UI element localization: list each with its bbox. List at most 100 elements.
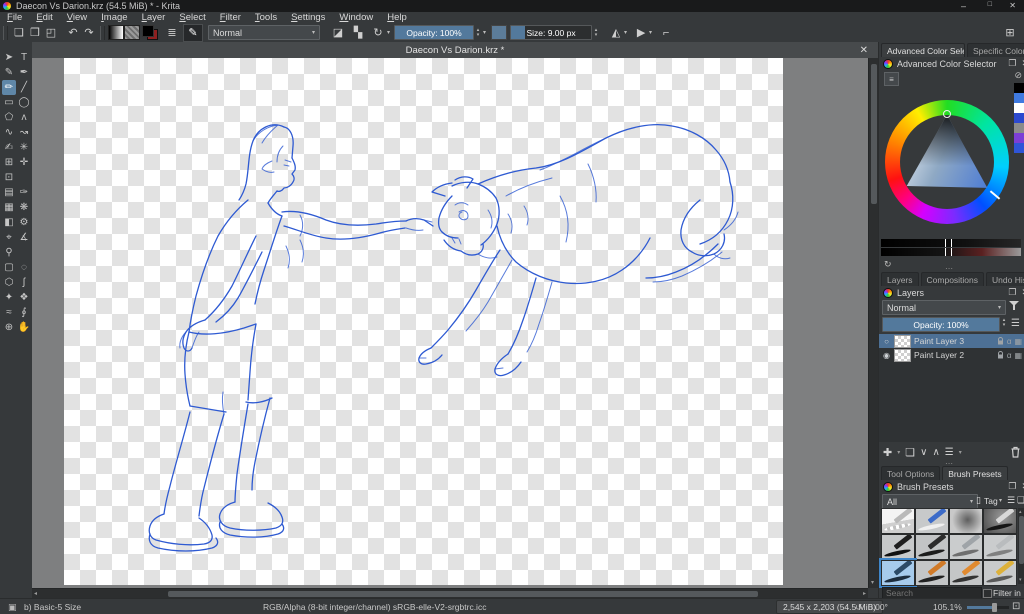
color-swatch[interactable] <box>1014 113 1024 123</box>
minimize-button[interactable]: – <box>961 1 966 11</box>
tool-measure[interactable]: ∡ <box>17 230 31 245</box>
tool-dynamic-brush[interactable]: ✍ <box>2 140 16 155</box>
tag-icon[interactable]: ▯ <box>976 495 981 506</box>
brush-preset[interactable] <box>949 534 983 560</box>
inherit-alpha-icon[interactable]: ▦ <box>1014 337 1022 346</box>
layers-tab[interactable]: Undo History <box>986 272 1024 286</box>
shade-strip-1[interactable] <box>881 239 1021 247</box>
layer-name[interactable]: Paint Layer 2 <box>914 350 964 360</box>
redo-button[interactable]: ↷ <box>81 25 97 41</box>
tool-ellipse-select[interactable]: ◌ <box>17 260 31 275</box>
pattern-chooser[interactable] <box>124 25 140 41</box>
layer-thumbnail[interactable] <box>894 349 911 362</box>
menu-item[interactable]: Layer <box>135 12 173 23</box>
float-docker-icon[interactable]: ❐ <box>1008 287 1016 298</box>
tool-multibrush[interactable]: ✳ <box>17 140 31 155</box>
tool-transform[interactable]: ⊞ <box>2 155 16 170</box>
size-spinner[interactable]: ▴▾ <box>592 28 600 38</box>
tool-enclose-fill[interactable]: ⚙ <box>17 215 31 230</box>
move-layer-down-button[interactable]: ∨ <box>920 447 927 458</box>
reload-preset-button[interactable]: ↻ <box>370 25 386 41</box>
tool-rect-select[interactable]: ▢ <box>2 260 16 275</box>
tool-pan[interactable]: ✋ <box>17 320 31 335</box>
brush-preset[interactable] <box>881 508 915 534</box>
menu-item[interactable]: Help <box>380 12 414 23</box>
preset-view-menu-icon[interactable]: ☰ <box>1007 495 1015 506</box>
tool-similar-select[interactable]: ❖ <box>17 290 31 305</box>
[interactable] <box>17 245 31 260</box>
maximize-button[interactable]: □ <box>988 1 992 8</box>
[interactable] <box>17 170 31 185</box>
duplicate-layer-button[interactable]: ❏ <box>905 446 915 459</box>
brush-preset[interactable] <box>915 534 949 560</box>
blend-mode-combo[interactable]: Normal▾ <box>208 25 320 40</box>
tool-zoom[interactable]: ⊕ <box>2 320 16 335</box>
chevron-down-icon[interactable]: ▾ <box>483 29 486 36</box>
menu-item[interactable]: File <box>0 12 29 23</box>
scrollbar-thumb[interactable] <box>871 64 877 204</box>
scroll-down-icon[interactable]: ▾ <box>871 578 874 588</box>
tool-move[interactable]: ✛ <box>17 155 31 170</box>
canvas-viewport[interactable] <box>32 58 868 588</box>
tool-pattern-edit[interactable]: ▦ <box>2 200 16 215</box>
toolbar-handle[interactable] <box>3 26 8 40</box>
tag-label[interactable]: Tag <box>984 496 998 506</box>
scroll-down-icon[interactable]: ▾ <box>1019 575 1022 585</box>
wrap-around-button[interactable]: ⌐ <box>658 25 674 41</box>
scrollbar-thumb[interactable] <box>168 591 758 597</box>
tool-polyline[interactable]: ʌ <box>17 110 31 125</box>
menu-item[interactable]: Window <box>332 12 380 23</box>
sv-cursor[interactable] <box>943 110 951 118</box>
edit-brush-settings-button[interactable]: ✎ <box>183 24 203 42</box>
tool-freehand-select[interactable]: ʃ <box>17 275 31 290</box>
bookmark-icon[interactable]: ❏ <box>1017 495 1024 506</box>
color-swatch[interactable] <box>1014 143 1024 153</box>
save-button[interactable]: ◰ <box>43 25 59 41</box>
opacity-slider[interactable]: Opacity: 100% <box>394 25 474 40</box>
float-docker-icon[interactable]: ❐ <box>1008 481 1016 492</box>
brush-preset[interactable] <box>983 508 1017 534</box>
preset-filter-combo[interactable]: All ▾ <box>882 494 978 509</box>
zoom-slider-thumb[interactable] <box>992 603 997 612</box>
size-slider[interactable]: Size: 9.00 px <box>510 25 592 40</box>
lock-icon[interactable] <box>997 337 1004 345</box>
tool-select-shapes[interactable]: ➤ <box>2 50 16 65</box>
refresh-shades-icon[interactable]: ↻ <box>884 259 892 270</box>
tool-contiguous-select[interactable]: ✦ <box>2 290 16 305</box>
eraser-mode-button[interactable]: ◪ <box>330 25 346 41</box>
tab-brush-presets[interactable]: Brush Presets <box>942 466 1007 480</box>
visibility-toggle-icon[interactable]: ◉ <box>882 351 891 360</box>
add-layer-dropdown-icon[interactable]: ▾ <box>897 449 900 456</box>
tool-color-sampler[interactable]: ✑ <box>17 185 31 200</box>
tool-bezier-curve[interactable]: ∿ <box>2 125 16 140</box>
brush-preset[interactable] <box>881 534 915 560</box>
zoom-slider-track[interactable] <box>995 606 1009 609</box>
filter-in-tag-checkbox[interactable] <box>983 589 992 598</box>
menu-item[interactable]: Image <box>94 12 134 23</box>
brush-preset[interactable] <box>983 534 1017 560</box>
brush-preview-swatch[interactable] <box>491 25 507 40</box>
tool-bezier-select[interactable]: ≈ <box>2 305 16 320</box>
tool-text[interactable]: T <box>17 50 31 65</box>
layer-row[interactable]: ◉ Paint Layer 2 α ▦ <box>879 348 1024 362</box>
tool-fill[interactable]: ◧ <box>2 215 16 230</box>
move-layer-up-button[interactable]: ∧ <box>932 447 939 458</box>
menu-item[interactable]: Select <box>172 12 212 23</box>
tool-polygon[interactable]: ⬠ <box>2 110 16 125</box>
tool-assistants[interactable]: ⌖ <box>2 230 16 245</box>
layers-tab[interactable]: Compositions <box>921 272 985 286</box>
tool-gradient[interactable]: ▤ <box>2 185 16 200</box>
menu-item[interactable]: View <box>60 12 94 23</box>
preset-scrollbar[interactable]: ▴ ▾ <box>1018 508 1024 584</box>
brush-preset[interactable] <box>949 560 983 586</box>
toolbar-handle[interactable] <box>100 26 105 40</box>
tool-ellipse[interactable]: ◯ <box>17 95 31 110</box>
document-tab-bar[interactable]: Daecon Vs Darion.krz * ✕ <box>32 42 878 59</box>
menu-item[interactable]: Edit <box>29 12 59 23</box>
tool-rectangle[interactable]: ▭ <box>2 95 16 110</box>
layer-thumbnail[interactable] <box>894 335 911 348</box>
color-swatch[interactable] <box>1014 93 1024 103</box>
menu-item[interactable]: Filter <box>213 12 248 23</box>
no-color-button[interactable]: ⊘ <box>1014 70 1022 81</box>
fit-to-screen-icon[interactable]: ⊡ <box>1012 601 1020 612</box>
